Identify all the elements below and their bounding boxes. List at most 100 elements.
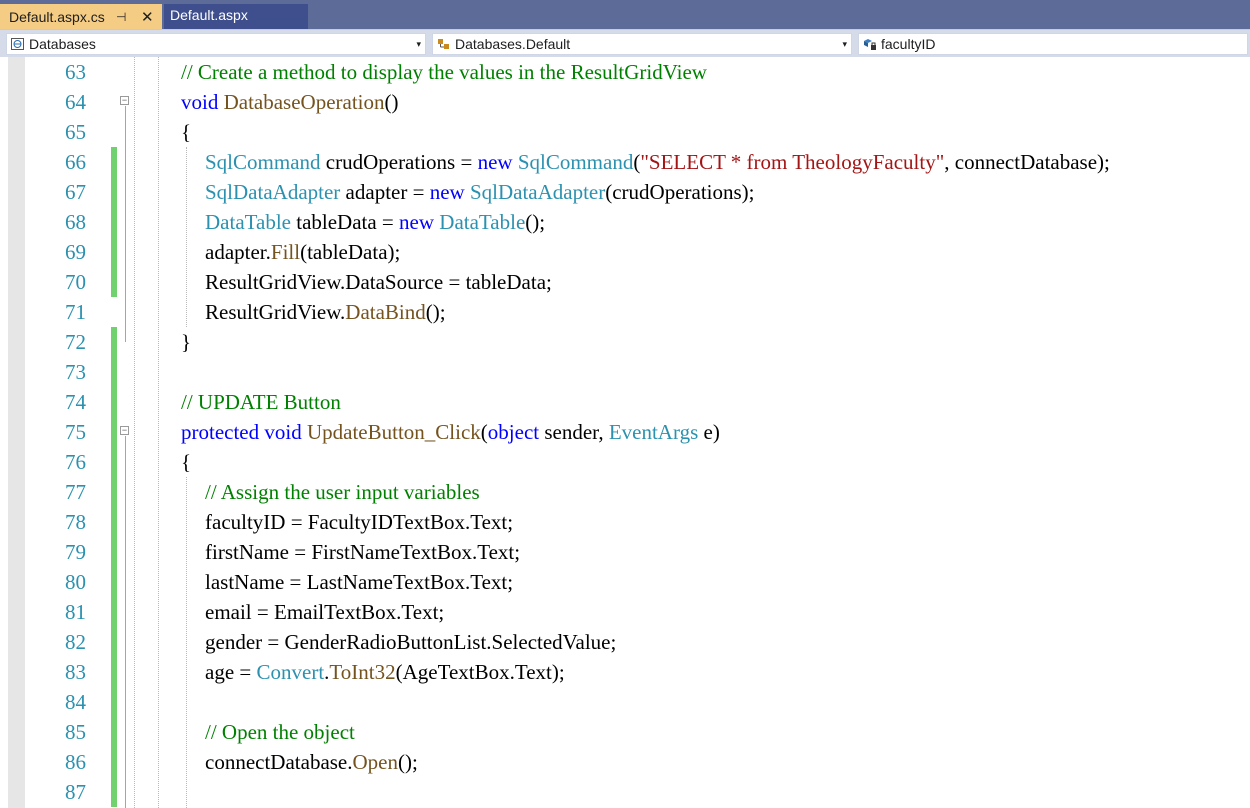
code-line[interactable]: 81 email = EmailTextBox.Text; xyxy=(0,597,1250,627)
code-token: SqlCommand xyxy=(517,150,634,174)
code-token: , connectDatabase); xyxy=(944,150,1110,174)
code-token: // UPDATE Button xyxy=(181,390,341,414)
code-text: // Create a method to display the values… xyxy=(181,57,707,87)
code-token: UpdateButton_Click xyxy=(306,420,481,444)
change-marker xyxy=(111,717,117,747)
code-text: // Open the object xyxy=(205,717,355,747)
code-editor[interactable]: 63 // Create a method to display the valu… xyxy=(0,57,1250,808)
code-line[interactable]: 65 { xyxy=(0,117,1250,147)
change-marker xyxy=(111,777,117,807)
code-text: // UPDATE Button xyxy=(181,387,341,417)
private-field-icon xyxy=(863,37,877,51)
change-marker xyxy=(111,747,117,777)
fold-line xyxy=(125,436,126,808)
line-number: 66 xyxy=(65,150,86,174)
project-globe-icon xyxy=(11,37,25,51)
line-number: 63 xyxy=(65,60,86,84)
code-line[interactable]: 85 // Open the object xyxy=(0,717,1250,747)
pin-icon[interactable]: ⊣ xyxy=(116,6,126,29)
collapse-icon[interactable]: − xyxy=(120,426,129,435)
code-line[interactable]: 66 SqlCommand crudOperations = new SqlCom… xyxy=(0,147,1250,177)
line-number: 87 xyxy=(65,780,86,804)
code-token: void xyxy=(181,90,219,114)
line-number: 77 xyxy=(65,480,86,504)
code-line[interactable]: 68 DataTable tableData = new DataTable(); xyxy=(0,207,1250,237)
chevron-down-icon[interactable]: ▾ xyxy=(416,34,421,54)
code-line[interactable]: 77 // Assign the user input variables xyxy=(0,477,1250,507)
code-line[interactable]: 79 firstName = FirstNameTextBox.Text; xyxy=(0,537,1250,567)
code-line[interactable]: 75 − protected void UpdateButton_Click(obj… xyxy=(0,417,1250,447)
change-marker xyxy=(111,147,117,177)
member-combo-value: facultyID xyxy=(881,36,936,52)
code-text: facultyID = FacultyIDTextBox.Text; xyxy=(205,507,513,537)
code-token: } xyxy=(181,330,192,354)
document-tab-strip: Default.aspx.cs ⊣ ✕ Default.aspx xyxy=(0,0,1250,29)
line-number: 79 xyxy=(65,540,86,564)
code-text: void DatabaseOperation() xyxy=(181,87,399,117)
change-marker xyxy=(111,507,117,537)
code-token: DataTable xyxy=(205,210,291,234)
code-token: DatabaseOperation xyxy=(223,90,385,114)
code-line[interactable]: 76 { xyxy=(0,447,1250,477)
code-line[interactable]: 78 facultyID = FacultyIDTextBox.Text; xyxy=(0,507,1250,537)
code-token: ResultGridView. xyxy=(205,300,346,324)
code-line[interactable]: 63 // Create a method to display the valu… xyxy=(0,57,1250,87)
change-marker xyxy=(111,177,117,207)
code-token: Convert xyxy=(256,660,325,684)
chevron-down-icon[interactable]: ▾ xyxy=(842,34,847,54)
code-line[interactable]: 83 age = Convert.ToInt32(AgeTextBox.Text)… xyxy=(0,657,1250,687)
code-line[interactable]: 74 // UPDATE Button xyxy=(0,387,1250,417)
code-line[interactable]: 86 connectDatabase.Open(); xyxy=(0,747,1250,777)
indent-guide xyxy=(186,147,187,327)
code-token: new xyxy=(477,150,513,174)
code-token: // Open the object xyxy=(205,720,355,744)
class-icon xyxy=(437,37,451,51)
tab-default-aspx[interactable]: Default.aspx xyxy=(164,4,308,29)
code-text: firstName = FirstNameTextBox.Text; xyxy=(205,537,520,567)
line-number: 73 xyxy=(65,360,86,384)
code-line[interactable]: 80 lastName = LastNameTextBox.Text; xyxy=(0,567,1250,597)
type-combo[interactable]: Databases.Default ▾ xyxy=(432,33,852,55)
code-token: () xyxy=(384,90,399,114)
code-line[interactable]: 71 ResultGridView.DataBind(); xyxy=(0,297,1250,327)
code-text: SqlCommand crudOperations = new SqlComma… xyxy=(205,147,1110,177)
type-combo-value: Databases.Default xyxy=(455,36,571,52)
tab-default-aspx-cs[interactable]: Default.aspx.cs ⊣ ✕ xyxy=(0,4,162,29)
project-combo[interactable]: Databases ▾ xyxy=(6,33,426,55)
code-token: SqlDataAdapter xyxy=(205,180,341,204)
code-token: DataTable xyxy=(439,210,526,234)
code-token: (AgeTextBox.Text); xyxy=(395,660,565,684)
code-token: crudOperations = xyxy=(320,150,478,174)
line-number: 67 xyxy=(65,180,86,204)
code-line[interactable]: 84 xyxy=(0,687,1250,717)
change-marker xyxy=(111,687,117,717)
line-number: 72 xyxy=(65,330,86,354)
code-token: age = xyxy=(205,660,257,684)
line-number: 69 xyxy=(65,240,86,264)
code-line[interactable]: 67 SqlDataAdapter adapter = new SqlDataAd… xyxy=(0,177,1250,207)
code-token: // Create a method to display the values… xyxy=(181,60,707,84)
code-line[interactable]: 69 adapter.Fill(tableData); xyxy=(0,237,1250,267)
change-marker xyxy=(111,417,117,447)
code-text: // Assign the user input variables xyxy=(205,477,480,507)
code-token: void xyxy=(264,420,302,444)
code-token: adapter = xyxy=(340,180,430,204)
member-combo[interactable]: facultyID xyxy=(858,33,1248,55)
collapse-icon[interactable]: − xyxy=(120,96,129,105)
code-line[interactable]: 82 gender = GenderRadioButtonList.Selecte… xyxy=(0,627,1250,657)
change-marker xyxy=(111,537,117,567)
code-token: e) xyxy=(698,420,720,444)
close-icon[interactable]: ✕ xyxy=(141,6,154,29)
code-token: EventArgs xyxy=(608,420,699,444)
code-line[interactable]: 64 − void DatabaseOperation() xyxy=(0,87,1250,117)
change-marker xyxy=(111,357,117,387)
code-line[interactable]: 70 ResultGridView.DataSource = tableData; xyxy=(0,267,1250,297)
code-text: { xyxy=(181,447,191,477)
code-line[interactable]: 73 xyxy=(0,357,1250,387)
navigation-bar: Databases ▾ Databases.Default ▾ facultyI… xyxy=(0,29,1250,57)
code-line[interactable]: 87 xyxy=(0,777,1250,807)
code-token: "SELECT * from TheologyFaculty" xyxy=(640,150,945,174)
code-line[interactable]: 72} xyxy=(0,327,1250,357)
code-token: { xyxy=(181,450,192,474)
change-marker xyxy=(111,267,117,297)
